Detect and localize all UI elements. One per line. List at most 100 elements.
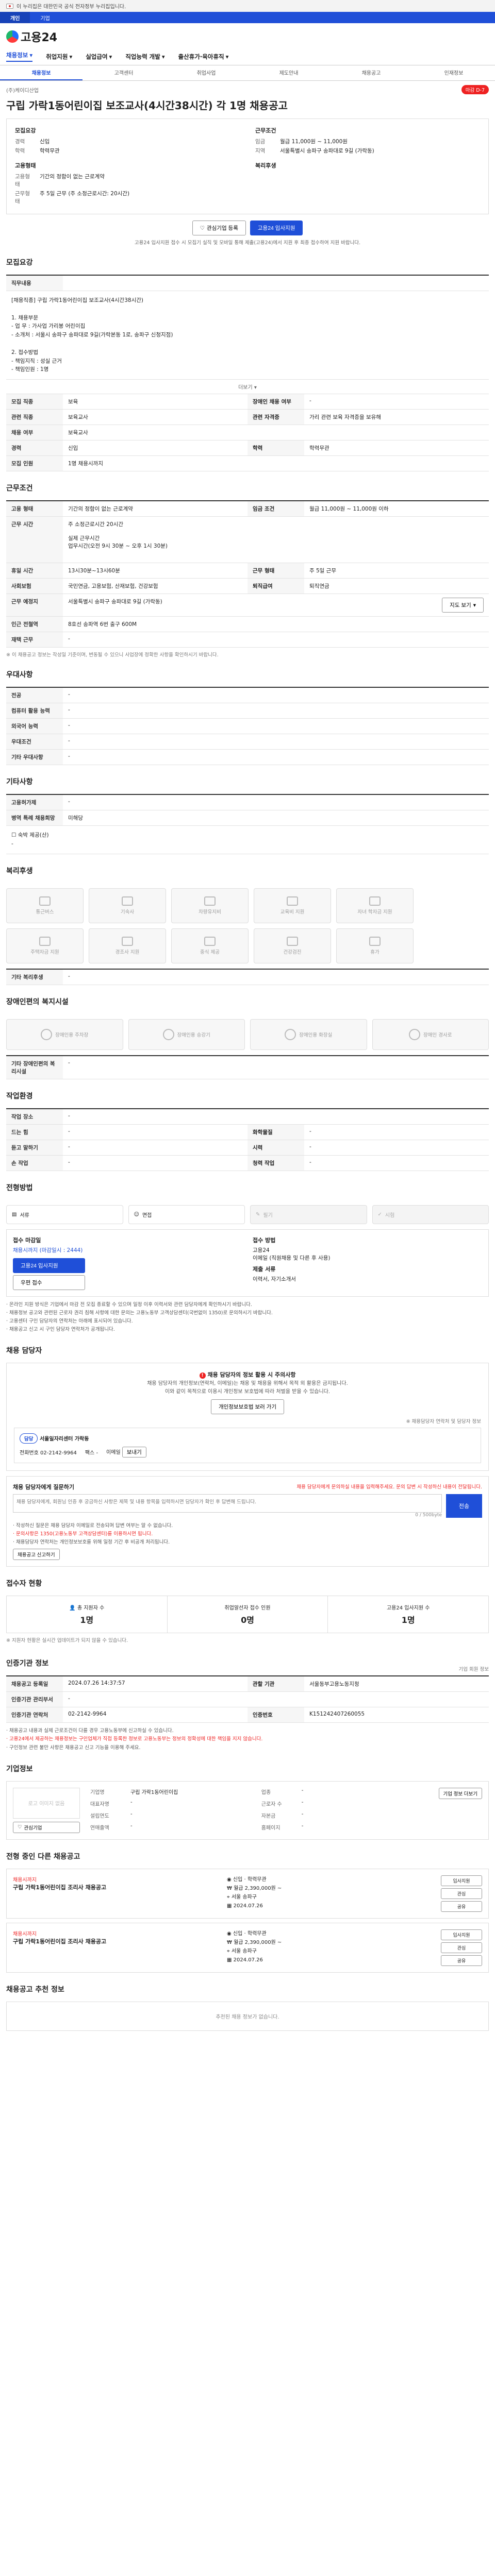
summary-employment: 고용형태 고용형태 기간의 정함이 없는 근로계약 근무형태 주 5일 근무 (주 … bbox=[15, 161, 240, 207]
table-header: 화학물질 bbox=[248, 1124, 304, 1140]
job-date: 2024.07.26 bbox=[233, 1903, 263, 1909]
job-apply-button[interactable]: 입사지원 bbox=[441, 1875, 482, 1886]
table-row: 인근 전철역 8호선 송파역 6번 출구 600M bbox=[6, 617, 489, 633]
apply-note: 고용24 입사지원 접수 시 모집기 실직 및 모바일 통해 제출(고용24)에… bbox=[134, 240, 361, 246]
job-interest-button[interactable]: 관심 bbox=[441, 1942, 482, 1953]
logo-mark-icon bbox=[6, 30, 19, 43]
heart-icon: ♡ bbox=[18, 1824, 22, 1831]
job-card-mid: ◉ 신입 · 학력무관 ₩ 월급 2,390,000원 ~ ⌖ 서울 송파구 ▦… bbox=[227, 1930, 282, 1963]
gov-banner-text: 이 누리집은 대한민국 공식 전자정부 누리집입니다. bbox=[16, 4, 126, 10]
table-cell: 8호선 송파역 6번 출구 600M bbox=[68, 621, 137, 628]
question-input[interactable] bbox=[13, 1494, 442, 1513]
tab-business[interactable]: 기업 bbox=[30, 12, 60, 23]
job-card-left: 채용시까지 구립 가락1동어린이집 조리사 채용공고 bbox=[13, 1929, 227, 1966]
job-share-button[interactable]: 공유 bbox=[441, 1955, 482, 1966]
doc-label: 면접 bbox=[142, 1212, 152, 1218]
send-mail-button[interactable]: 보내기 bbox=[122, 1446, 146, 1458]
section-title-manage: 인증기관 정보 bbox=[6, 1659, 49, 1668]
summary-kv: 경력 신입 bbox=[15, 138, 240, 145]
job-card[interactable]: 채용시까지 구립 가락1동어린이집 조리사 채용공고 ◉ 신입 · 학력무관 ₩… bbox=[6, 1868, 489, 1919]
table-cell: 주 소정근로시간 20시간 실제 근무시간 업무시간(오전 9시 30분 ~ 오… bbox=[68, 521, 168, 550]
kv-value: 주 5일 근무 (주 소정근로시간: 20시간) bbox=[40, 191, 130, 197]
info-value: - bbox=[301, 1799, 304, 1805]
privacy-alert: ! 채용 담당자의 정보 활용 시 주의사항 채용 담당자의 개인정보(연락처, … bbox=[14, 1370, 481, 1414]
more-label: 더보기 bbox=[238, 385, 253, 391]
flag-icon bbox=[6, 3, 13, 9]
table-cell: - bbox=[68, 636, 70, 642]
nav-career-support[interactable]: 취업지원 ▾ bbox=[46, 51, 72, 62]
parking-icon bbox=[41, 1028, 53, 1040]
job-apply-button[interactable]: 입사지원 bbox=[441, 1929, 482, 1940]
job-name[interactable]: 구립 가락1동어린이집 조리사 채용공고 bbox=[13, 1883, 227, 1891]
job-interest-button[interactable]: 관심 bbox=[441, 1888, 482, 1899]
restroom-icon bbox=[285, 1028, 296, 1040]
chevron-down-icon: ▾ bbox=[29, 52, 33, 59]
nav-jobs[interactable]: 채용정보 ▾ bbox=[6, 51, 33, 62]
welfare-item: 건강검진 bbox=[254, 928, 331, 963]
alert-icon: ! bbox=[199, 1372, 206, 1379]
summary-box: 모집요강 경력 신입 학력 학력무관 근무조건 임금 월급 11,000원 ~ 11,… bbox=[6, 118, 489, 214]
more-button[interactable]: 더보기 ▾ bbox=[6, 380, 489, 395]
docs-grid: ▤ 서류 ☺ 면접 ✎ 필기 ✓ 시험 bbox=[6, 1200, 489, 1229]
apply-button-2[interactable]: 고용24 입사지원 bbox=[13, 1258, 85, 1273]
map-button[interactable]: 지도 보기 ▾ bbox=[442, 598, 484, 613]
summary-work-title: 근무조건 bbox=[255, 127, 276, 134]
car-icon bbox=[204, 896, 216, 906]
section-title-recommend: 채용공고 추천 정보 bbox=[6, 1985, 64, 1994]
table-header: 채용공고 등록일 bbox=[6, 1676, 63, 1692]
info-key: 근로자 수 bbox=[261, 1801, 282, 1807]
logo[interactable]: 고용24 bbox=[6, 28, 57, 45]
company-interest-button[interactable]: ♡ 관심기업 bbox=[13, 1821, 80, 1833]
method-value: 고용24 이메일 (직원채용 및 다른 후 사용) bbox=[253, 1247, 331, 1261]
info-value: - bbox=[301, 1823, 304, 1829]
vacation-icon bbox=[369, 936, 381, 946]
graduation-icon bbox=[369, 896, 381, 906]
table-row: 근무 시간 주 소정근로시간 20시간 실제 근무시간 업무시간(오전 9시 30… bbox=[6, 517, 489, 564]
subnav-item[interactable]: 고객센터 bbox=[82, 65, 165, 80]
doc-item: ✓ 시험 bbox=[372, 1205, 489, 1224]
nav-leave[interactable]: 출산휴가·육아휴직 ▾ bbox=[178, 51, 229, 62]
table-row: 기타 우대사항 - bbox=[6, 750, 489, 766]
mail-apply-button[interactable]: 우편 접수 bbox=[13, 1275, 85, 1290]
summary-welfare: 복리후생 bbox=[255, 161, 480, 207]
manage-right[interactable]: 기업 회원 정보 bbox=[459, 1665, 489, 1672]
table-header: 청력 작업 bbox=[248, 1155, 304, 1171]
recommend-empty: 추천된 채용 정보가 없습니다. bbox=[6, 2001, 489, 2031]
privacy-law-button[interactable]: 개인정보보호법 보러 가기 bbox=[210, 1399, 285, 1414]
job-career: 신입 bbox=[233, 1876, 243, 1883]
nav-training[interactable]: 직업능력 개발 ▾ bbox=[125, 51, 164, 62]
table-row: 기타 복리후생 - bbox=[6, 969, 489, 985]
subnav-item[interactable]: 채용공고 bbox=[330, 65, 412, 80]
table-cell: - bbox=[68, 1128, 70, 1134]
job-tag: 채용시까지 bbox=[13, 1877, 37, 1883]
job-share-button[interactable]: 공유 bbox=[441, 1901, 482, 1912]
chevron-down-icon: ▾ bbox=[254, 385, 257, 391]
table-header: 우대조건 bbox=[6, 734, 63, 750]
doc-title: 제출 서류 bbox=[253, 1265, 276, 1273]
list-item: 채용정보 공고와 관련된 근로자 권리 침해 사항에 대한 문의는 고용노동부 … bbox=[6, 1309, 489, 1317]
apply-deadline-col: 접수 마감일 채용시까지 (마감일시 : 2444) 고용24 입사지원 우편 … bbox=[13, 1236, 242, 1290]
alert-head: 채용 담당자의 정보 활용 시 주의사항 bbox=[207, 1371, 296, 1379]
table-header: 경력 bbox=[6, 440, 63, 456]
subnav-item[interactable]: 취업사업 bbox=[165, 65, 248, 80]
report-button[interactable]: 채용공고 신고하기 bbox=[13, 1549, 60, 1561]
tab-personal[interactable]: 개인 bbox=[0, 12, 30, 23]
subnav-item[interactable]: 인재정보 bbox=[412, 65, 495, 80]
etc-check-value: - bbox=[11, 840, 13, 847]
interest-button[interactable]: ♡ 관심기업 등록 bbox=[192, 221, 246, 235]
table-header: 근무 예정지 bbox=[6, 594, 63, 617]
apply-button[interactable]: 고용24 입사지원 bbox=[250, 221, 303, 235]
company-more-col: 기업 정보 더보기 bbox=[438, 1787, 482, 1833]
info-value: - bbox=[301, 1811, 304, 1817]
subnav-item[interactable]: 제도안내 bbox=[248, 65, 330, 80]
job-name[interactable]: 구립 가락1동어린이집 조리사 채용공고 bbox=[13, 1937, 227, 1945]
subnav-item[interactable]: 채용정보 bbox=[0, 65, 82, 80]
summary-work: 근무조건 임금 월급 11,000원 ~ 11,000원 지역 서울특별시 송파구 … bbox=[255, 126, 480, 156]
table-header: 학력 bbox=[248, 440, 304, 456]
company-more-button[interactable]: 기업 정보 더보기 bbox=[438, 1787, 482, 1799]
job-card[interactable]: 채용시까지 구립 가락1동어린이집 조리사 채용공고 ◉ 신입 · 학력무관 ₩… bbox=[6, 1922, 489, 1973]
stat-item: 취업알선자 접수 인원 0명 bbox=[168, 1596, 328, 1633]
company-box: 로고 이미지 없음 ♡ 관심기업 기업명 구립 가락1동어린이집 업종 - 대표자명 - 근… bbox=[6, 1781, 489, 1840]
nav-unemployment[interactable]: 실업급여 ▾ bbox=[86, 51, 112, 62]
question-send-button[interactable]: 전송 bbox=[446, 1494, 482, 1518]
